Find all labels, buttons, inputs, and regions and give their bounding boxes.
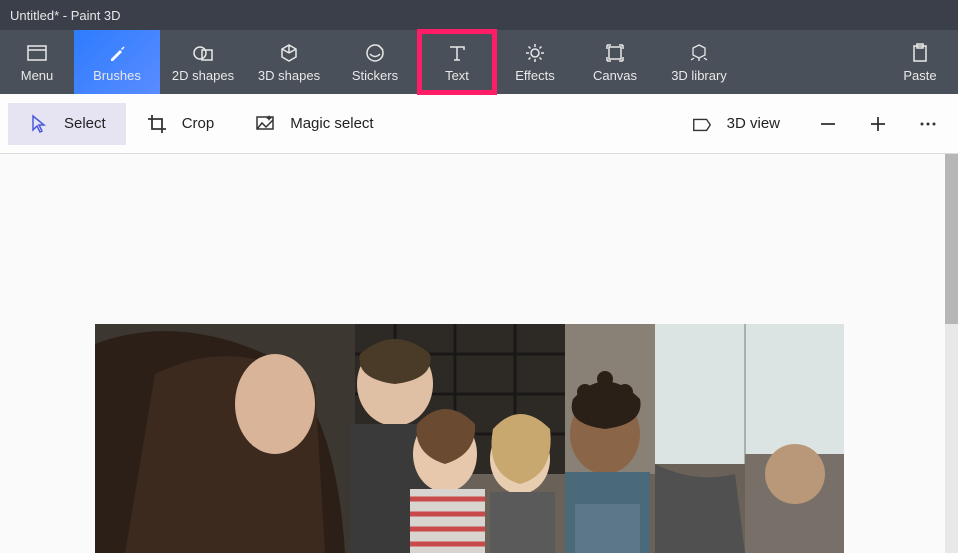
crop-button[interactable]: Crop <box>126 103 235 145</box>
tab-label: Text <box>445 68 469 83</box>
magic-select-button[interactable]: Magic select <box>234 103 393 145</box>
toolbar-right: 3D view <box>671 102 950 146</box>
title-text: Untitled* - Paint 3D <box>10 8 121 23</box>
tab-canvas[interactable]: Canvas <box>574 30 656 94</box>
tab-stickers[interactable]: Stickers <box>332 30 418 94</box>
shapes-2d-icon <box>192 42 214 64</box>
ribbon: Menu Brushes 2D shapes 3D shapes Sticker… <box>0 30 958 94</box>
tab-brushes[interactable]: Brushes <box>74 30 160 94</box>
tab-label: 3D shapes <box>258 68 320 83</box>
workspace[interactable] <box>0 154 945 553</box>
tab-label: Stickers <box>352 68 398 83</box>
effects-icon <box>524 42 546 64</box>
tab-label: Canvas <box>593 68 637 83</box>
tab-3d-shapes[interactable]: 3D shapes <box>246 30 332 94</box>
view-3d-label: 3D view <box>727 115 780 132</box>
toolbar: Select Crop Magic select 3D view <box>0 94 958 154</box>
crop-icon <box>146 113 168 135</box>
tab-label: Effects <box>515 68 555 83</box>
zoom-out-button[interactable] <box>806 102 850 146</box>
tab-label: Brushes <box>93 68 141 83</box>
scrollbar-vertical[interactable] <box>945 154 958 553</box>
canvas-area <box>0 154 958 553</box>
crop-label: Crop <box>182 115 215 132</box>
tab-effects[interactable]: Effects <box>496 30 574 94</box>
plus-icon <box>867 113 889 135</box>
canvas-icon <box>604 42 626 64</box>
tab-label: 2D shapes <box>172 68 234 83</box>
cursor-icon <box>28 113 50 135</box>
more-button[interactable] <box>906 102 950 146</box>
tab-3d-library[interactable]: 3D library <box>656 30 742 94</box>
select-button[interactable]: Select <box>8 103 126 145</box>
image-content[interactable] <box>95 324 844 553</box>
library-3d-icon <box>688 42 710 64</box>
paste-label: Paste <box>903 68 936 83</box>
minus-icon <box>817 113 839 135</box>
3d-view-button[interactable]: 3D view <box>671 103 800 145</box>
view-3d-icon <box>691 113 713 135</box>
menu-icon <box>26 42 48 64</box>
magic-select-icon <box>254 113 276 135</box>
tab-text[interactable]: Text <box>418 30 496 94</box>
menu-label: Menu <box>21 68 54 83</box>
brush-icon <box>106 42 128 64</box>
scrollbar-thumb[interactable] <box>945 154 958 324</box>
tab-label: 3D library <box>671 68 727 83</box>
paste-icon <box>909 42 931 64</box>
stickers-icon <box>364 42 386 64</box>
tab-2d-shapes[interactable]: 2D shapes <box>160 30 246 94</box>
more-icon <box>917 113 939 135</box>
zoom-in-button[interactable] <box>856 102 900 146</box>
select-label: Select <box>64 115 106 132</box>
text-icon <box>446 42 468 64</box>
paste-button[interactable]: Paste <box>882 30 958 94</box>
shapes-3d-icon <box>278 42 300 64</box>
menu-button[interactable]: Menu <box>0 30 74 94</box>
magic-select-label: Magic select <box>290 115 373 132</box>
titlebar: Untitled* - Paint 3D <box>0 0 958 30</box>
